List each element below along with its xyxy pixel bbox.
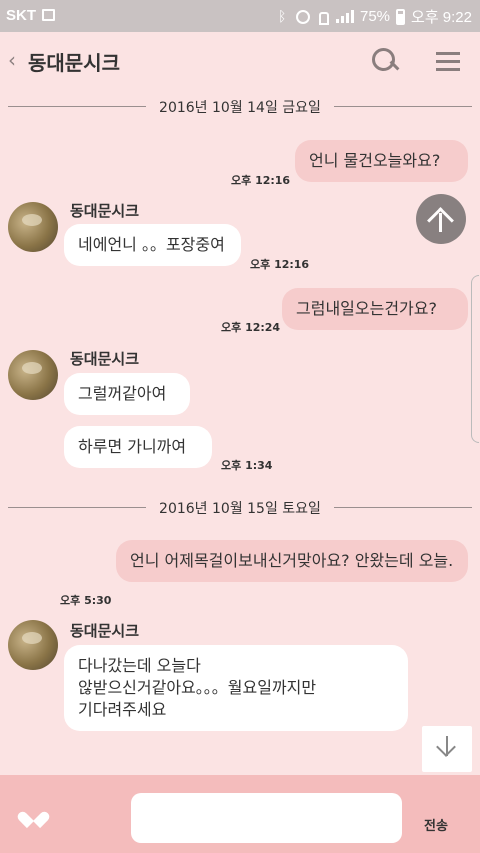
status-bar: SKT 75% 오후 9:22 — [0, 0, 480, 32]
clock: 오후 9:22 — [411, 9, 472, 26]
their-message-bubble[interactable]: 다나갔는데 오늘다 않받으신거같아요。。。월요일까지만 기다려주세요 — [64, 645, 408, 731]
message-time: 오후 12:16 — [231, 174, 291, 187]
alarm-icon — [296, 9, 310, 24]
menu-icon[interactable] — [436, 52, 460, 72]
their-message-bubble[interactable]: 네에언니 。。포장중여 — [64, 224, 241, 266]
bluetooth-icon — [276, 8, 290, 24]
date-label: 2016년 10월 15일 토요일 — [151, 501, 329, 517]
sender-name: 동대문시크 — [70, 622, 140, 640]
message-time: 오후 5:30 — [60, 594, 112, 607]
image-notification-icon — [42, 9, 55, 21]
date-label: 2016년 10월 14일 금요일 — [151, 100, 329, 116]
date-separator: 2016년 10월 14일 금요일 — [8, 96, 472, 116]
scrollbar[interactable] — [471, 275, 479, 443]
scroll-to-top-button[interactable] — [416, 194, 466, 244]
heart-icon[interactable] — [24, 805, 44, 825]
chat-header: ‹ 동대문시크 — [0, 32, 480, 90]
my-message-bubble[interactable]: 언니 물건오늘와요? — [295, 140, 468, 182]
message-time: 오후 12:24 — [221, 321, 281, 334]
send-button[interactable]: 전송 — [424, 815, 448, 834]
message-time: 오후 12:16 — [250, 258, 310, 271]
chat-messages[interactable]: 2016년 10월 14일 금요일 언니 물건오늘와요? 오후 12:16 동대… — [0, 90, 480, 775]
avatar[interactable] — [8, 620, 58, 670]
avatar[interactable] — [8, 202, 58, 252]
vibrate-icon — [316, 10, 330, 25]
chevron-left-icon[interactable]: ‹ — [8, 48, 16, 72]
their-message-bubble[interactable]: 하루면 가니까여 — [64, 426, 212, 468]
message-time: 오후 1:34 — [221, 459, 273, 472]
my-message-bubble[interactable]: 그럼내일오는건가요? — [282, 288, 468, 330]
their-message-bubble[interactable]: 그럴꺼같아여 — [64, 373, 190, 415]
chat-room-title: 동대문시크 — [28, 51, 120, 75]
carrier-label: SKT — [6, 7, 36, 24]
battery-percent: 75% — [360, 8, 391, 25]
my-message-bubble[interactable]: 언니 어제목걸이보내신거맞아요? 안왔는데 오늘. — [116, 540, 468, 582]
message-input-bar: 전송 — [0, 775, 480, 853]
signal-icon — [336, 9, 354, 24]
date-separator: 2016년 10월 15일 토요일 — [8, 497, 472, 517]
status-icons: 75% 오후 9:22 — [276, 6, 472, 27]
scroll-to-bottom-button[interactable] — [422, 726, 472, 772]
sender-name: 동대문시크 — [70, 350, 140, 368]
battery-icon — [396, 8, 406, 25]
message-input[interactable] — [131, 793, 402, 843]
sender-name: 동대문시크 — [70, 202, 140, 220]
search-icon[interactable] — [372, 48, 398, 74]
avatar[interactable] — [8, 350, 58, 400]
